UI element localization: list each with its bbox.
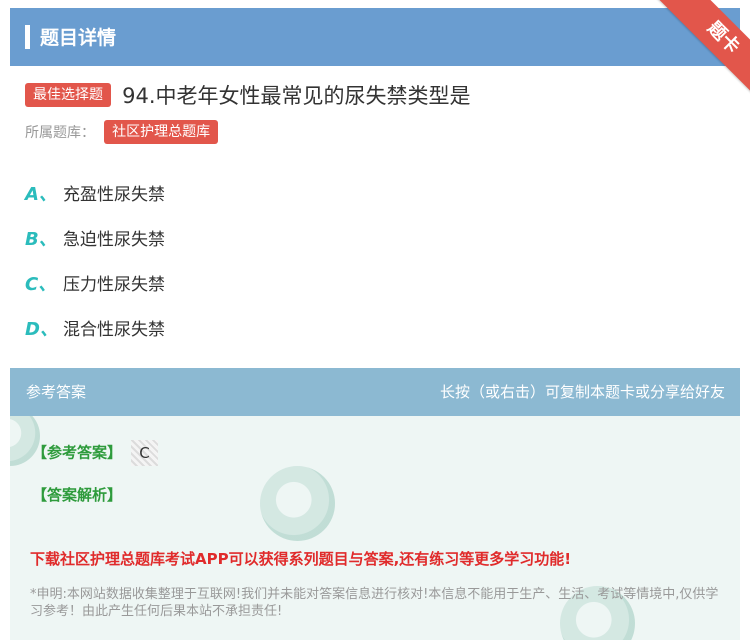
reference-answer-value: C: [131, 440, 158, 466]
analysis-label: 【答案解析】: [32, 486, 123, 504]
bank-link[interactable]: 社区护理总题库: [104, 120, 219, 144]
answer-body: 【参考答案】 C 【答案解析】 下载社区护理总题库考试APP可以获得系列题目与答…: [10, 416, 740, 640]
option-text: 急迫性尿失禁: [63, 230, 165, 250]
option-d[interactable]: D、 混合性尿失禁: [25, 305, 725, 350]
bank-label: 所属题库：: [25, 125, 95, 141]
watermark-logo-icon: [260, 466, 335, 541]
option-text: 压力性尿失禁: [63, 275, 165, 295]
question-type-badge: 最佳选择题: [25, 83, 111, 107]
option-b[interactable]: B、 急迫性尿失禁: [25, 215, 725, 260]
page-title: 题目详情: [40, 27, 117, 49]
option-letter: A、: [25, 183, 57, 205]
question-bank-row: 所属题库： 社区护理总题库: [25, 120, 219, 146]
header-bar: 题目详情: [10, 8, 740, 66]
app-download-promo[interactable]: 下载社区护理总题库考试APP可以获得系列题目与答案,还有练习等更多学习功能!: [30, 548, 571, 569]
option-letter: B、: [25, 228, 57, 250]
disclaimer-text: *申明:本网站数据收集整理于互联网!我们并未能对答案信息进行核对!本信息不能用于…: [30, 587, 719, 619]
question-text: 94.中老年女性最常见的尿失禁类型是: [122, 84, 471, 108]
option-text: 混合性尿失禁: [63, 320, 165, 340]
option-a[interactable]: A、 充盈性尿失禁: [25, 170, 725, 215]
share-hint: 长按（或右击）可复制本题卡或分享给好友: [439, 383, 725, 401]
header-accent-bar: [25, 25, 30, 49]
answer-section-title: 参考答案: [26, 383, 87, 401]
question-row: 最佳选择题 94.中老年女性最常见的尿失禁类型是: [25, 80, 725, 110]
options-list: A、 充盈性尿失禁 B、 急迫性尿失禁 C、 压力性尿失禁 D、 混合性尿失禁: [25, 170, 725, 350]
option-letter: D、: [25, 318, 58, 340]
reference-answer-row: 【参考答案】 C: [32, 440, 158, 466]
option-letter: C、: [25, 273, 57, 295]
option-text: 充盈性尿失禁: [63, 185, 165, 205]
option-c[interactable]: C、 压力性尿失禁: [25, 260, 725, 305]
answer-header: 参考答案 长按（或右击）可复制本题卡或分享给好友: [10, 368, 740, 416]
reference-answer-label: 【参考答案】: [32, 443, 123, 462]
